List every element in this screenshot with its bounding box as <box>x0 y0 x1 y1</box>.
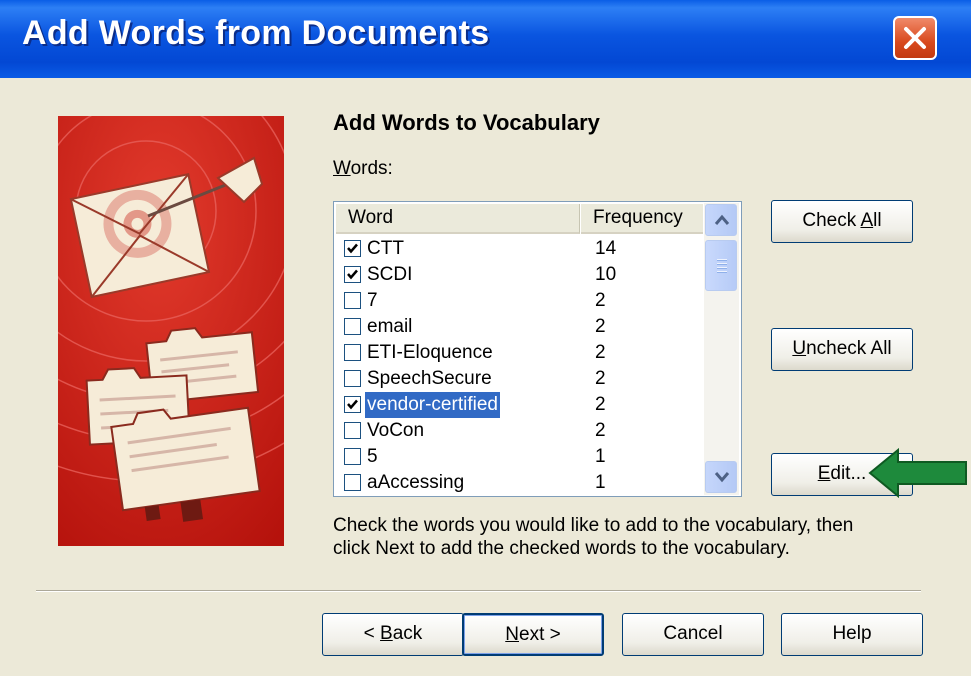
frequency-cell: 2 <box>595 290 606 311</box>
word-row[interactable]: aAccessing 1 <box>336 470 703 496</box>
close-x-icon <box>904 27 926 49</box>
instructions-text: Check the words you would like to add to… <box>333 515 854 559</box>
word-row[interactable]: 72 <box>336 288 703 314</box>
scroll-thumb[interactable] <box>705 240 737 291</box>
word-cell: email <box>367 316 413 337</box>
vertical-scrollbar[interactable] <box>704 203 739 495</box>
words-listview[interactable]: Word Frequency CTT 14 SCDI 10 7 2 email 2 ETI-El… <box>333 201 742 497</box>
frequency-cell: 1 <box>595 446 606 467</box>
frequency-cell: 1 <box>595 472 606 493</box>
word-cell: aAccessing <box>367 472 465 493</box>
target-envelope-illustration <box>58 116 284 546</box>
column-header-frequency[interactable]: Frequency <box>581 204 703 234</box>
dialog-window: Add Words from Documents Add Words to Vo… <box>0 0 971 676</box>
frequency-cell: 2 <box>595 368 606 389</box>
frequency-cell: 2 <box>595 316 606 337</box>
word-checkbox[interactable] <box>344 474 361 491</box>
checkmark-icon <box>347 399 358 410</box>
frequency-cell: 2 <box>595 420 606 441</box>
page-heading: Add Words to Vocabulary <box>333 110 600 135</box>
word-row[interactable]: VoCon 2 <box>336 418 703 444</box>
word-checkbox[interactable] <box>344 370 361 387</box>
scroll-up-button[interactable] <box>705 204 737 236</box>
checkmark-icon <box>347 269 358 280</box>
word-row[interactable]: CTT 14 <box>336 236 703 262</box>
word-row[interactable]: SCDI 10 <box>336 262 703 288</box>
check-all-button[interactable]: Check All <box>771 200 913 243</box>
frequency-cell: 14 <box>595 238 617 259</box>
word-row[interactable]: 51 <box>336 444 703 470</box>
word-cell: 5 <box>367 446 378 467</box>
cancel-button[interactable]: Cancel <box>622 613 764 656</box>
word-checkbox[interactable] <box>344 240 361 257</box>
checkmark-icon <box>347 243 358 254</box>
scroll-down-button[interactable] <box>705 461 737 493</box>
help-button[interactable]: Help <box>781 613 923 656</box>
green-arrow-icon <box>868 448 967 498</box>
title-bar[interactable]: Add Words from Documents <box>0 0 971 78</box>
word-cell: vendor-certified <box>365 392 500 418</box>
word-row[interactable]: vendor-certified 2 <box>336 392 703 418</box>
word-checkbox[interactable] <box>344 396 361 413</box>
word-cell: VoCon <box>367 420 425 441</box>
column-header-word[interactable]: Word <box>336 204 580 234</box>
frequency-cell: 2 <box>595 394 606 415</box>
word-cell: SCDI <box>367 264 413 285</box>
word-row[interactable]: email 2 <box>336 314 703 340</box>
wizard-illustration <box>58 116 284 546</box>
frequency-cell: 2 <box>595 342 606 363</box>
window-title: Add Words from Documents <box>22 14 490 52</box>
word-checkbox[interactable] <box>344 448 361 465</box>
back-button[interactable]: < Back <box>322 613 464 656</box>
footer-separator <box>36 590 921 592</box>
next-button[interactable]: Next > <box>462 613 604 656</box>
word-checkbox[interactable] <box>344 292 361 309</box>
uncheck-all-button[interactable]: Uncheck All <box>771 328 913 371</box>
word-cell: 7 <box>367 290 378 311</box>
word-checkbox[interactable] <box>344 422 361 439</box>
chevron-up-icon <box>714 214 730 225</box>
word-cell: CTT <box>367 238 404 259</box>
word-cell: SpeechSecure <box>367 368 492 389</box>
word-checkbox[interactable] <box>344 318 361 335</box>
word-row[interactable]: ETI-Eloquence 2 <box>336 340 703 366</box>
word-checkbox[interactable] <box>344 266 361 283</box>
word-row[interactable]: SpeechSecure 2 <box>336 366 703 392</box>
frequency-cell: 10 <box>595 264 617 285</box>
words-label: Words: <box>333 158 393 179</box>
word-cell: ETI-Eloquence <box>367 342 493 363</box>
chevron-down-icon <box>714 472 730 483</box>
close-button[interactable] <box>893 16 937 60</box>
word-checkbox[interactable] <box>344 344 361 361</box>
